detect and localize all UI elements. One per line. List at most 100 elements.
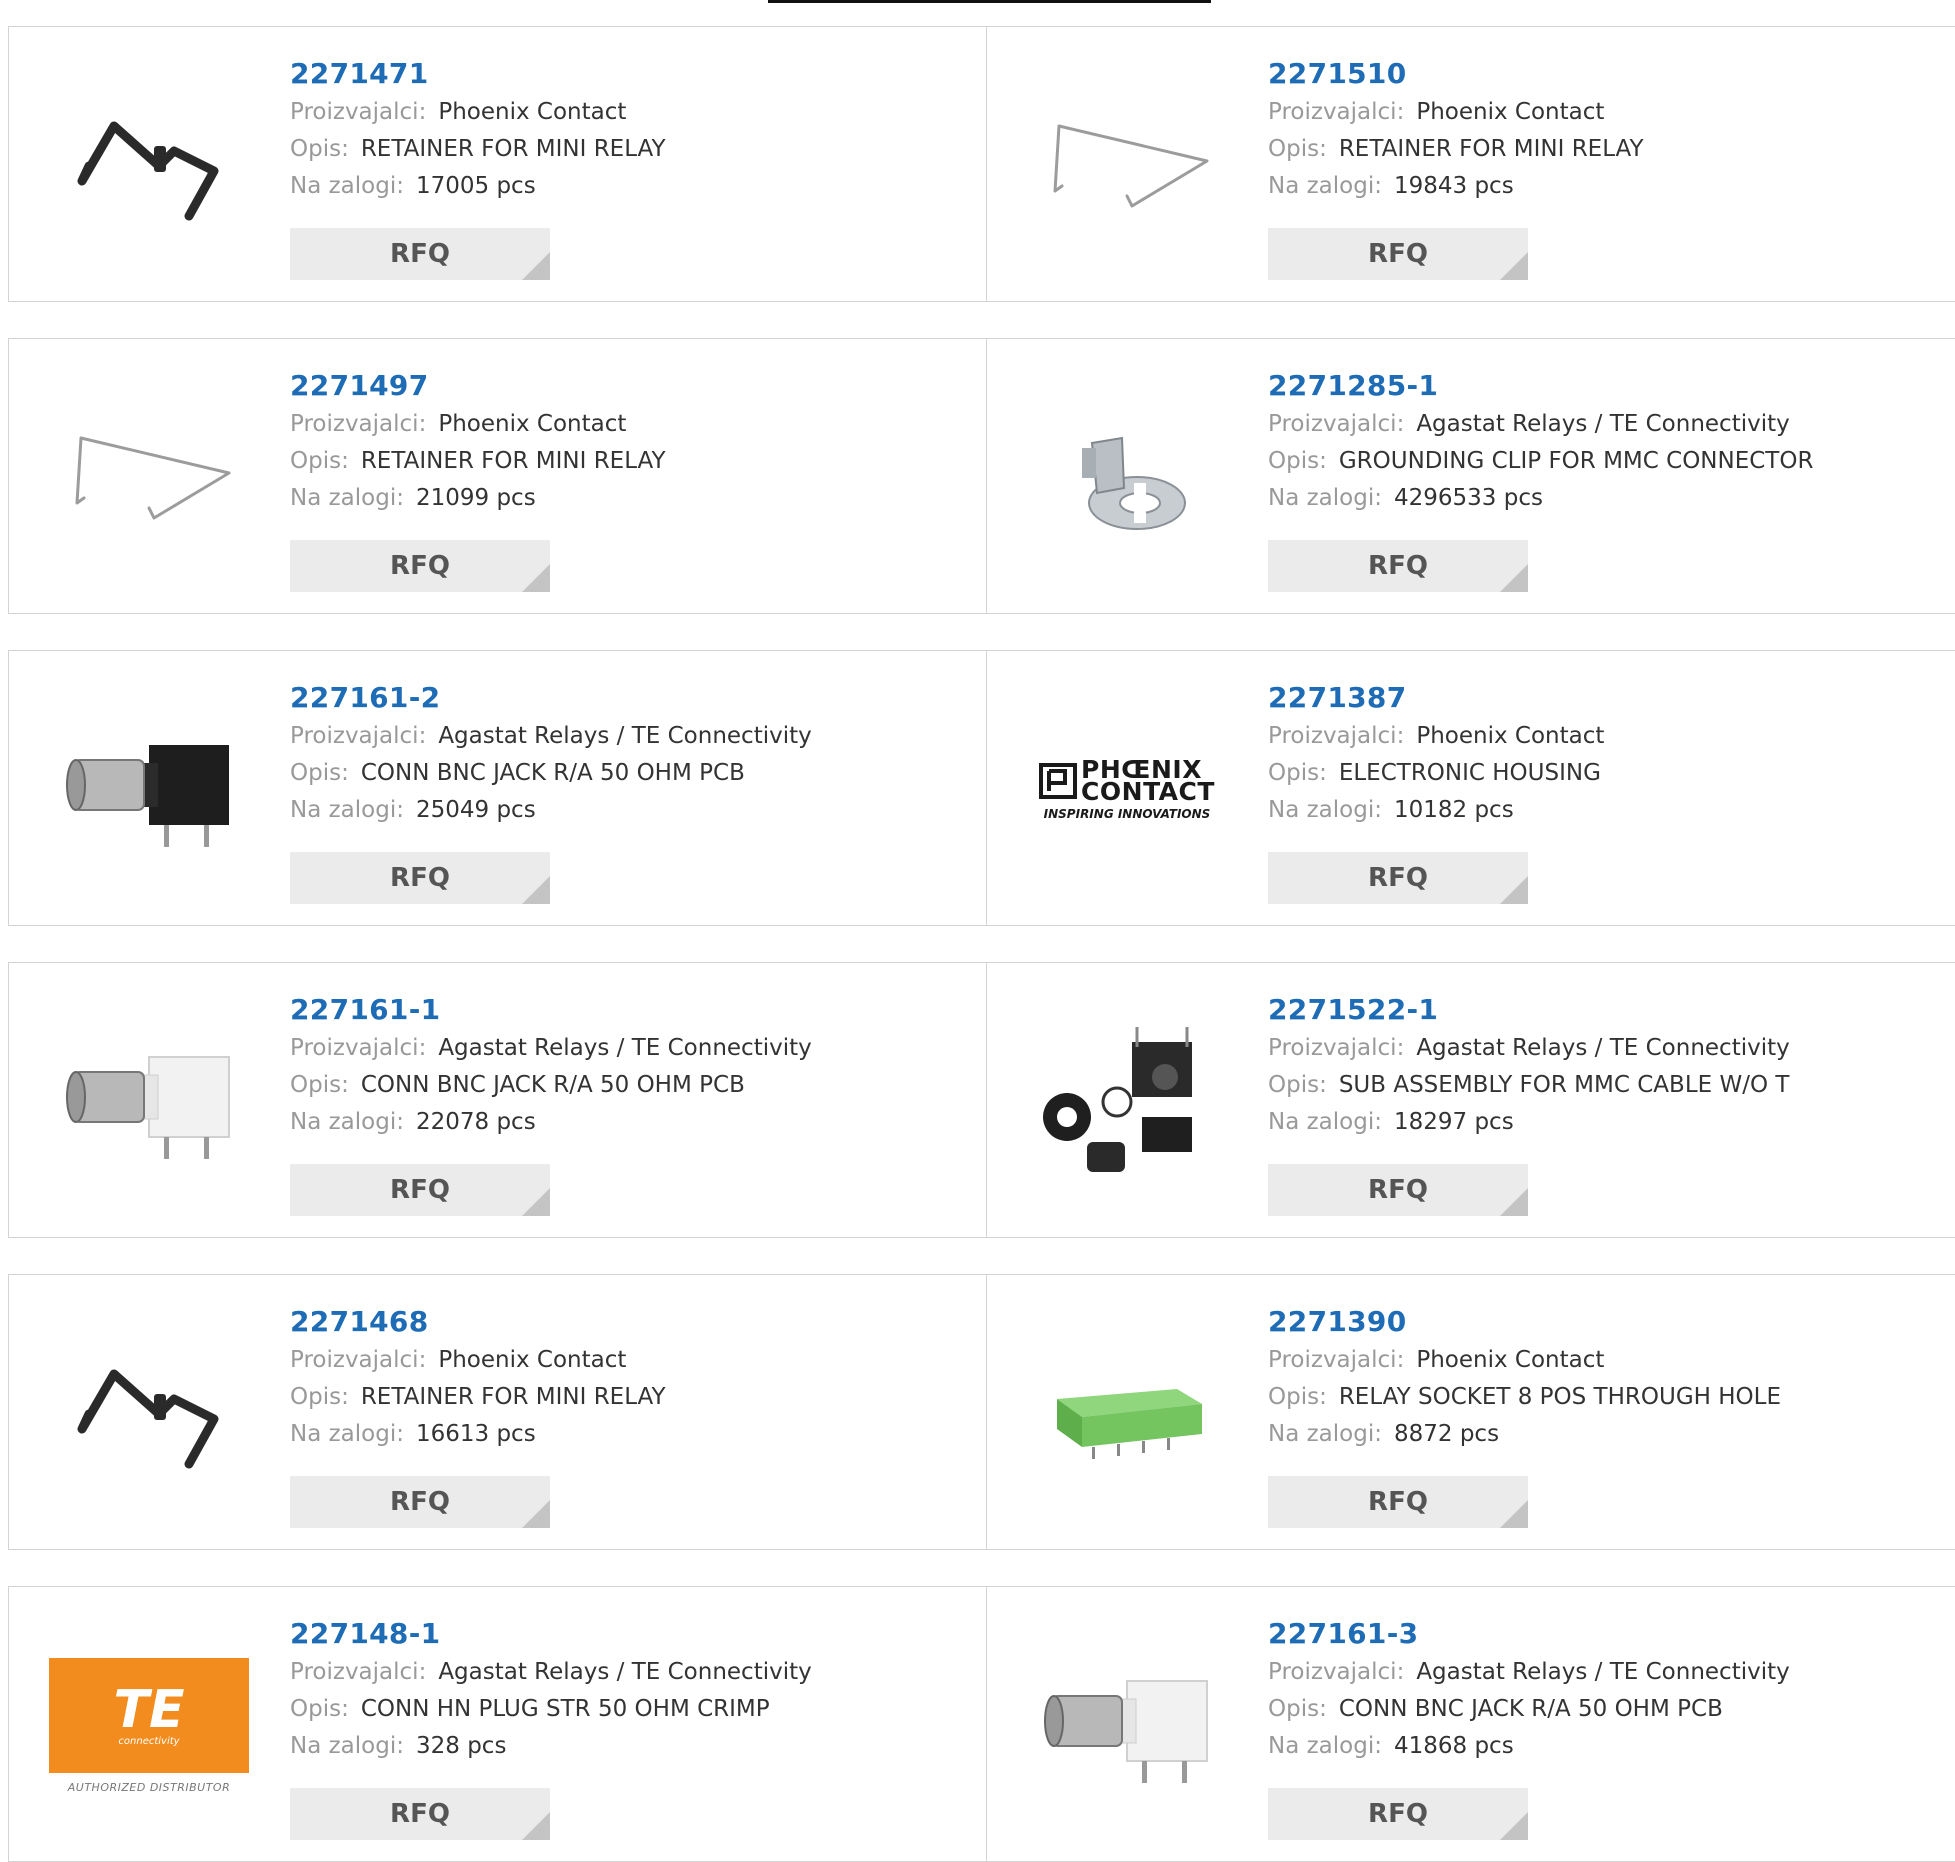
rfq-button[interactable]: RFQ (290, 1476, 550, 1528)
part-number-link[interactable]: 227161-3 (1268, 1614, 1955, 1654)
description-value: CONN BNC JACK R/A 50 OHM PCB (360, 1072, 745, 1098)
green-relay-socket-image[interactable] (1027, 1316, 1227, 1511)
product-card: 227161-1 Proizvajalci: Agastat Relays / T… (8, 962, 987, 1238)
manufacturer-row: Proizvajalci: Agastat Relays / TE Connect… (1268, 406, 1955, 443)
rfq-button[interactable]: RFQ (1268, 1164, 1528, 1216)
part-number-link[interactable]: 2271468 (290, 1302, 976, 1342)
description-label: Opis: (290, 1384, 349, 1410)
rfq-button[interactable]: RFQ (1268, 228, 1528, 280)
phoenix-logo-tagline: INSPIRING INNOVATIONS (1043, 806, 1211, 821)
manufacturer-row: Proizvajalci: Phoenix Contact (290, 406, 976, 443)
bnc-jack-black-image[interactable] (49, 692, 249, 887)
stock-label: Na zalogi: (290, 173, 404, 199)
part-number-link[interactable]: 227161-2 (290, 678, 976, 718)
part-number-link[interactable]: 2271510 (1268, 54, 1955, 94)
part-number-link[interactable]: 2271390 (1268, 1302, 1955, 1342)
rfq-button[interactable]: RFQ (290, 852, 550, 904)
manufacturer-row: Proizvajalci: Agastat Relays / TE Connect… (290, 1654, 976, 1691)
part-number-link[interactable]: 227148-1 (290, 1614, 976, 1654)
rfq-corner-decoration (1500, 564, 1528, 592)
product-info: 2271468 Proizvajalci: Phoenix Contact Opi… (290, 1302, 976, 1453)
product-card: 2271285-1 Proizvajalci: Agastat Relays / … (987, 338, 1955, 614)
part-number-link[interactable]: 2271285-1 (1268, 366, 1955, 406)
rfq-button[interactable]: RFQ (1268, 540, 1528, 592)
cable-sub-assembly-image[interactable] (1027, 1004, 1227, 1199)
part-number-link[interactable]: 2271497 (290, 366, 976, 406)
stock-label: Na zalogi: (1268, 1109, 1382, 1135)
stock-row: Na zalogi: 328 pcs (290, 1728, 976, 1765)
wire-retainer-clip-image[interactable] (1027, 68, 1227, 263)
description-value: RETAINER FOR MINI RELAY (360, 448, 666, 474)
top-divider (768, 0, 1211, 3)
rfq-button[interactable]: RFQ (290, 1164, 550, 1216)
manufacturer-value: Agastat Relays / TE Connectivity (1416, 411, 1790, 437)
product-info: 2271387 Proizvajalci: Phoenix Contact Opi… (1268, 678, 1955, 829)
product-info: 227161-2 Proizvajalci: Agastat Relays / T… (290, 678, 976, 829)
stock-value: 17005 pcs (415, 173, 536, 199)
te-logo-text: TE (113, 1679, 185, 1740)
black-retainer-clip-image[interactable] (49, 68, 249, 263)
te-connectivity-logo-image[interactable]: TE connectivity AUTHORIZED DISTRIBUTOR (49, 1628, 249, 1823)
manufacturer-value: Agastat Relays / TE Connectivity (438, 1035, 812, 1061)
stock-label: Na zalogi: (1268, 797, 1382, 823)
rfq-label: RFQ (1368, 863, 1428, 893)
stock-label: Na zalogi: (1268, 1421, 1382, 1447)
description-row: Opis: GROUNDING CLIP FOR MMC CONNECTOR (1268, 443, 1955, 480)
description-label: Opis: (1268, 136, 1327, 162)
manufacturer-label: Proizvajalci: (290, 411, 427, 437)
rfq-corner-decoration (1500, 876, 1528, 904)
rfq-label: RFQ (1368, 1175, 1428, 1205)
rfq-button[interactable]: RFQ (1268, 1788, 1528, 1840)
product-info: 227148-1 Proizvajalci: Agastat Relays / T… (290, 1614, 976, 1765)
manufacturer-value: Agastat Relays / TE Connectivity (438, 1659, 812, 1685)
manufacturer-value: Phoenix Contact (1416, 99, 1605, 125)
part-number-link[interactable]: 2271387 (1268, 678, 1955, 718)
part-number-link[interactable]: 2271471 (290, 54, 976, 94)
bnc-jack-white-image[interactable] (49, 1004, 249, 1199)
rfq-label: RFQ (1368, 1487, 1428, 1517)
rfq-corner-decoration (522, 1812, 550, 1840)
product-card: 2271471 Proizvajalci: Phoenix Contact Opi… (8, 26, 987, 302)
product-card: 2271390 Proizvajalci: Phoenix Contact Opi… (987, 1274, 1955, 1550)
rfq-corner-decoration (522, 1500, 550, 1528)
bnc-jack-white-image[interactable] (1027, 1628, 1227, 1823)
description-label: Opis: (290, 1072, 349, 1098)
rfq-label: RFQ (1368, 1799, 1428, 1829)
stock-label: Na zalogi: (290, 797, 404, 823)
rfq-button[interactable]: RFQ (290, 228, 550, 280)
product-info: 2271497 Proizvajalci: Phoenix Contact Opi… (290, 366, 976, 517)
stock-row: Na zalogi: 17005 pcs (290, 168, 976, 205)
part-number-link[interactable]: 227161-1 (290, 990, 976, 1030)
black-retainer-clip-image[interactable] (49, 1316, 249, 1511)
product-card: TE connectivity AUTHORIZED DISTRIBUTOR 227… (8, 1586, 987, 1862)
stock-value: 19843 pcs (1393, 173, 1514, 199)
part-number-link[interactable]: 2271522-1 (1268, 990, 1955, 1030)
stock-label: Na zalogi: (290, 1109, 404, 1135)
description-row: Opis: ELECTRONIC HOUSING (1268, 755, 1955, 792)
rfq-button[interactable]: RFQ (1268, 852, 1528, 904)
product-info: 227161-1 Proizvajalci: Agastat Relays / T… (290, 990, 976, 1141)
phoenix-contact-logo-image[interactable]: PHŒNIX CONTACT INSPIRING INNOVATIONS (1027, 692, 1227, 887)
rfq-corner-decoration (1500, 1188, 1528, 1216)
stock-row: Na zalogi: 41868 pcs (1268, 1728, 1955, 1765)
rfq-button[interactable]: RFQ (290, 540, 550, 592)
description-row: Opis: CONN BNC JACK R/A 50 OHM PCB (290, 755, 976, 792)
manufacturer-value: Phoenix Contact (438, 1347, 627, 1373)
wire-retainer-clip-image[interactable] (49, 380, 249, 575)
stock-row: Na zalogi: 25049 pcs (290, 792, 976, 829)
description-row: Opis: CONN BNC JACK R/A 50 OHM PCB (1268, 1691, 1955, 1728)
manufacturer-row: Proizvajalci: Phoenix Contact (1268, 1342, 1955, 1379)
rfq-button[interactable]: RFQ (290, 1788, 550, 1840)
description-label: Opis: (1268, 1384, 1327, 1410)
rfq-corner-decoration (1500, 1812, 1528, 1840)
description-value: RETAINER FOR MINI RELAY (360, 136, 666, 162)
grounding-clip-image[interactable] (1027, 380, 1227, 575)
description-row: Opis: SUB ASSEMBLY FOR MMC CABLE W/O T (1268, 1067, 1955, 1104)
manufacturer-value: Phoenix Contact (1416, 723, 1605, 749)
description-row: Opis: CONN BNC JACK R/A 50 OHM PCB (290, 1067, 976, 1104)
manufacturer-label: Proizvajalci: (1268, 1035, 1405, 1061)
stock-row: Na zalogi: 22078 pcs (290, 1104, 976, 1141)
rfq-button[interactable]: RFQ (1268, 1476, 1528, 1528)
description-value: RELAY SOCKET 8 POS THROUGH HOLE (1338, 1384, 1781, 1410)
stock-value: 16613 pcs (415, 1421, 536, 1447)
